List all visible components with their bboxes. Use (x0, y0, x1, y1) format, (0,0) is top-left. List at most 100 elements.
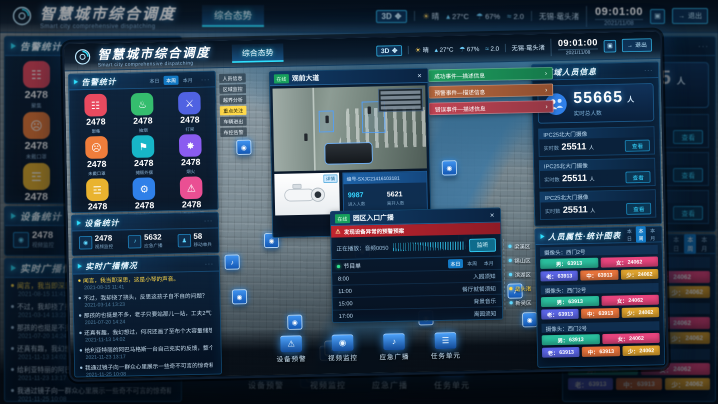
tab-today[interactable]: 本日 (147, 76, 162, 85)
panel-menu-icon[interactable]: ··· (644, 66, 653, 74)
device-stat[interactable]: ♟58移动单兵 (178, 233, 212, 248)
device-stat[interactable]: ◉2478视频监控 (79, 235, 113, 250)
camera-marker[interactable]: ◉ (232, 289, 247, 304)
poi-label[interactable]: 区域监控 (219, 84, 246, 94)
event-toasts: 成功事件—描述信息› 预警事件—描述信息› 错误事件—描述信息› (428, 67, 554, 119)
elder-chip[interactable]: 老：63913 (541, 309, 579, 320)
popup-header: 在线 观前大道 × (270, 69, 428, 86)
camera-attr-group: 摄像头：西门2号 男：63913 女：24062 老：63913 中：63913… (541, 283, 660, 319)
total-people-card: 55665 人 实时总人数 (537, 83, 654, 124)
camera-detail-button[interactable]: 详情 (323, 174, 337, 183)
tab-month[interactable]: 本月 (180, 75, 195, 84)
people-row: IPC25北大门摄像 实时数25511人查看 (538, 126, 655, 157)
humidity-icon: ☂ (459, 45, 465, 53)
divider (505, 44, 506, 52)
thermometer-icon: ▴ (434, 46, 437, 54)
region-label-highlighted[interactable]: 鼋头渚 (509, 281, 531, 296)
close-icon[interactable]: × (416, 71, 424, 79)
elder-chip[interactable]: 老：63913 (540, 271, 578, 282)
female-chip[interactable]: 女：24062 (601, 295, 659, 306)
poi-label[interactable]: 车辆进出 (220, 117, 247, 127)
alarm-card[interactable]: ⚔2478打闹 (167, 91, 213, 133)
audio-waveform (393, 241, 466, 251)
toolbar-device-warning[interactable]: ⚠设备预警 (276, 335, 306, 364)
broadcast-message: 我通过镜子向一群众心里展示一些奇不可言的惊奇精选…2021-11-25 10:0… (75, 359, 221, 379)
toolbar-task-unit[interactable]: ☰任务单元 (430, 332, 460, 361)
panel-menu-icon[interactable]: ··· (205, 260, 214, 268)
region-dot (509, 301, 512, 304)
sun-icon: ☀ (415, 46, 421, 54)
toolbar-emergency-broadcast[interactable]: ♪应急广播 (379, 333, 409, 362)
now-playing-label: 正在播放：音频0050 (336, 243, 388, 252)
poi-label-highlighted[interactable]: 重点关注 (220, 106, 247, 116)
view-button[interactable]: 查看 (626, 203, 651, 215)
male-chip[interactable]: 男：63913 (540, 258, 598, 269)
fullscreen-button[interactable]: ▣ (604, 39, 617, 52)
toast-error[interactable]: 错误事件—描述信息› (429, 100, 554, 115)
logout-icon: → (627, 42, 633, 48)
people-row: IPC25北大门摄像 实时数25511人查看 (539, 158, 656, 189)
alarm-card[interactable]: ⚑2478摊贩外摆 (120, 135, 166, 177)
view-mode-toggle[interactable]: 3D✥ (376, 45, 403, 56)
clock: 09:01:00 2021/11/08 (550, 37, 598, 55)
tab-overview[interactable]: 综合态势 (232, 44, 284, 63)
region-label[interactable]: 梁溪区 (508, 238, 530, 253)
panel-marker-icon (78, 264, 82, 269)
wind-icon: ≈ (485, 45, 489, 53)
online-badge: 在线 (274, 74, 289, 83)
smoke-fire-icon: ✸ (179, 134, 202, 157)
tab-today[interactable]: 本日 (624, 226, 634, 243)
speaker-marker[interactable]: ♪ (225, 254, 240, 269)
youth-chip[interactable]: 少：24062 (622, 345, 660, 356)
youth-chip[interactable]: 少：24062 (621, 307, 659, 318)
device-statistics-panel: 设备统计 ··· ◉2478视频监控 ♪5632应急广播 ♟58移动单兵 (71, 212, 220, 257)
tab-today[interactable]: 本日 (448, 259, 463, 268)
alarm-card[interactable]: ✸2478烟火 (167, 134, 213, 176)
listen-button[interactable]: 监听 (469, 238, 496, 252)
adult-chip[interactable]: 中：63913 (582, 346, 620, 357)
chevron-right-icon: › (545, 86, 547, 94)
adult-chip[interactable]: 中：63913 (580, 270, 618, 281)
alarm-card[interactable]: ☷2478聚集 (73, 93, 119, 135)
panel-menu-icon[interactable]: ··· (201, 75, 210, 83)
elder-chip[interactable]: 老：63913 (542, 347, 580, 358)
male-chip[interactable]: 男：63913 (541, 296, 599, 307)
view-button[interactable]: 查看 (626, 171, 651, 183)
camera-marker[interactable]: ◉ (236, 140, 251, 155)
adult-chip[interactable]: 中：63913 (581, 308, 619, 319)
panel-title: 区域人员信息 (544, 64, 638, 78)
tab-week[interactable]: 本周 (636, 226, 646, 243)
pedestrian (368, 106, 371, 114)
panel-menu-icon[interactable]: ··· (204, 216, 213, 224)
female-chip[interactable]: 女：24062 (600, 256, 658, 267)
foreground-dashboard-window[interactable]: ◉ ◉ ◉ ◉ ◉ ◉ ◉ ◉ ◉ ◉ ♪ ♪ ♪ 人员信息 区域监控 越界分析… (62, 29, 669, 381)
tab-month[interactable]: 本月 (647, 226, 657, 243)
alarm-card[interactable]: ♨2478抽烟 (120, 92, 166, 134)
camera-marker[interactable]: ◉ (287, 315, 302, 330)
poi-label[interactable]: 布控告警 (220, 127, 247, 137)
logout-button[interactable]: →退出 (622, 38, 652, 52)
view-button[interactable]: 查看 (625, 140, 650, 152)
region-label[interactable]: 锡山区 (508, 253, 530, 268)
camera-marker[interactable]: ◉ (442, 160, 457, 175)
panel-marker-icon (540, 234, 544, 239)
alarm-card[interactable]: ☹2478未戴口罩 (73, 136, 119, 178)
tab-month[interactable]: 本月 (481, 258, 496, 267)
poi-label[interactable]: 越界分析 (220, 95, 247, 105)
male-chip[interactable]: 男：63913 (542, 334, 600, 345)
toast-warning[interactable]: 预警事件—描述信息› (429, 84, 554, 99)
broadcast-speaker-icon: ♪ (128, 235, 142, 249)
task-unit-icon: ☰ (435, 332, 457, 349)
region-label[interactable]: 新吴区 (509, 295, 531, 310)
close-icon[interactable]: × (488, 211, 496, 219)
poi-label[interactable]: 人员信息 (219, 73, 246, 83)
toolbar-video-monitor[interactable]: ◉视频监控 (327, 334, 357, 363)
tab-week[interactable]: 本周 (163, 75, 178, 84)
toast-success[interactable]: 成功事件—描述信息› (428, 67, 553, 82)
youth-chip[interactable]: 少：24062 (621, 269, 659, 280)
device-stat[interactable]: ♪5632应急广播 (128, 234, 162, 249)
region-label[interactable]: 滨湖区 (509, 267, 531, 282)
cctv-video-feed[interactable] (273, 85, 427, 171)
female-chip[interactable]: 女：24062 (602, 333, 660, 344)
tab-week[interactable]: 本周 (465, 259, 480, 268)
